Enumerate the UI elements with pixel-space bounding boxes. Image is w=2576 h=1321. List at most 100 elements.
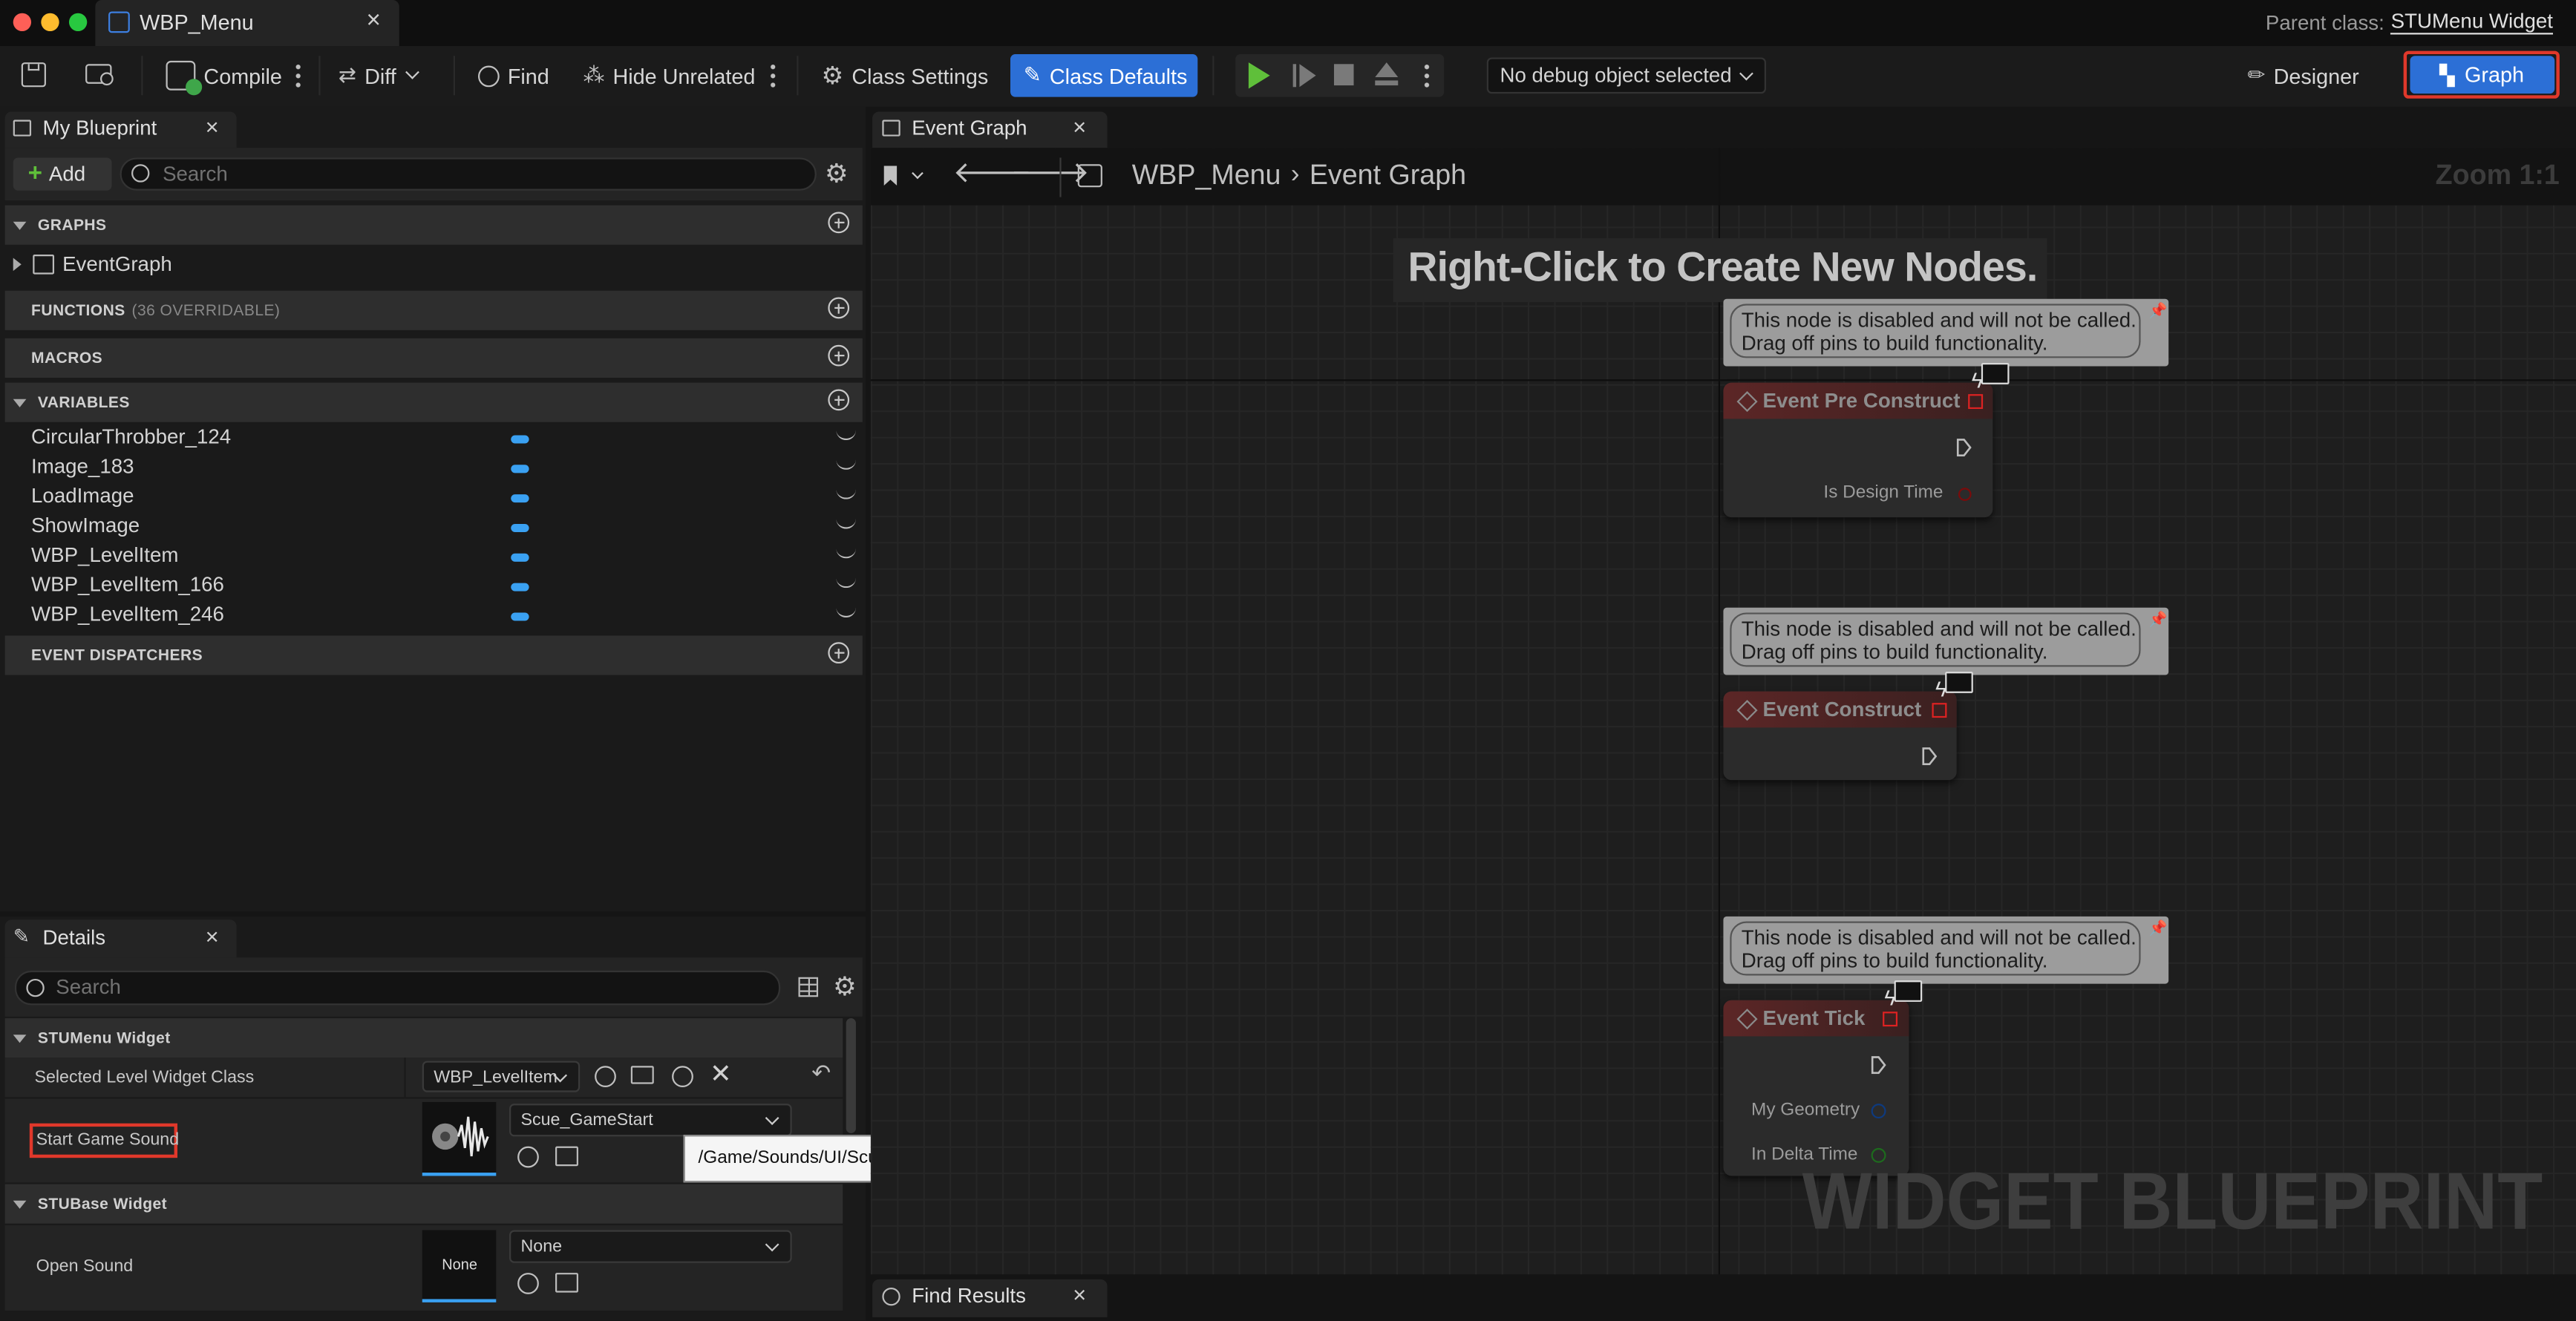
close-tab-icon[interactable]: × [366,7,380,35]
play-options-icon[interactable] [1424,62,1430,89]
add-new-asset-icon[interactable] [672,1066,693,1088]
stubase-widget-section[interactable]: STUBase Widget [4,1184,843,1224]
add-variable-icon[interactable] [828,389,850,411]
class-settings-button[interactable]: ⚙ Class Settings [822,56,989,95]
pin-icon[interactable]: 📌 [2149,611,2168,629]
start-game-sound-dropdown[interactable]: Scue_GameStart [509,1104,792,1137]
compile-options-icon[interactable] [295,62,301,89]
event-dispatchers-section-header[interactable]: EVENT DISPATCHERS [4,635,863,675]
browse-asset-icon[interactable] [630,1066,654,1084]
stop-icon[interactable] [1333,64,1354,86]
close-tab-icon[interactable]: × [206,923,219,949]
details-search-input[interactable]: Search [14,970,781,1006]
event-tick-node[interactable]: Event Tick My Geometry In Delta Time [1723,1000,1909,1176]
use-selected-icon[interactable] [517,1146,539,1168]
variable-item[interactable]: WBP_LevelItem [31,544,178,567]
add-macro-icon[interactable] [828,344,850,367]
reset-to-default-icon[interactable]: ↶ [811,1059,831,1087]
hide-unrelated-options-icon[interactable] [770,62,776,89]
struct-output-pin[interactable] [1871,1104,1886,1119]
event-graph-item[interactable]: EventGraph [5,248,863,281]
add-button[interactable]: + Add [13,157,112,191]
close-tab-icon[interactable]: × [1073,1281,1086,1307]
use-selected-icon[interactable] [517,1273,539,1294]
event-pre-construct-node[interactable]: Event Pre Construct Is Design Time [1723,382,1993,518]
compile-button[interactable]: Compile [166,56,282,96]
event-tick-header: Event Tick [1723,1000,1909,1037]
expand-arrow-icon [13,258,22,272]
add-event-dispatcher-icon[interactable] [828,642,850,664]
variables-section-header[interactable]: VARIABLES [4,382,863,422]
add-function-icon[interactable] [828,297,850,319]
open-sound-dropdown[interactable]: None [509,1230,792,1263]
graphs-section-header[interactable]: GRAPHS [4,205,863,245]
debug-object-dropdown[interactable]: No debug object selected [1486,57,1766,94]
details-scrollbar[interactable] [846,1018,856,1133]
parent-class-link[interactable]: STUMenu Widget [2390,10,2554,35]
play-icon[interactable] [1248,62,1270,89]
variable-item[interactable]: Image_183 [31,455,134,478]
variable-item[interactable]: ShowImage [31,514,140,537]
blueprint-settings-gear-icon[interactable]: ⚙ [825,157,849,190]
add-graph-icon[interactable] [828,212,850,234]
browse-asset-icon[interactable] [555,1146,578,1167]
details-settings-gear-icon[interactable]: ⚙ [833,971,857,1003]
collapse-arrow-icon [13,220,27,229]
find-results-tab[interactable]: Find Results × [872,1279,1108,1317]
create-nodes-hint: Right-Click to Create New Nodes. [1393,237,2047,303]
selected-level-class-dropdown[interactable]: WBP_LevelItem [422,1061,581,1092]
parent-class-label: Parent class: [2265,10,2384,34]
graph-mode-button[interactable]: ▚ Graph [2410,56,2555,94]
exec-output-pin[interactable] [1871,1056,1886,1075]
designer-mode-button[interactable]: ✏ Designer [2247,56,2358,95]
pin-icon[interactable]: 📌 [2149,920,2168,937]
variable-item[interactable]: WBP_LevelItem_166 [31,573,224,596]
bookmark-dropdown[interactable] [879,161,932,194]
eject-icon[interactable] [1373,62,1399,88]
save-icon[interactable] [21,62,46,88]
sound-thumbnail[interactable] [422,1101,497,1176]
details-tab[interactable]: ✎ Details × [4,920,237,958]
find-results-strip [870,1274,2576,1321]
variable-item[interactable]: LoadImage [31,485,134,508]
pin-icon[interactable]: 📌 [2149,302,2168,320]
functions-section-header[interactable]: FUNCTIONS (36 OVERRIDABLE) [4,290,863,330]
disabled-comment-bubble: This node is disabled and will not be ca… [1723,607,2169,675]
graph-icon: ▚ [2439,63,2455,87]
breadcrumb-root[interactable]: WBP_Menu [1132,160,1281,192]
client-server-icon: ϟ [1934,670,1977,707]
step-icon[interactable] [1292,62,1318,88]
details-tab-label: Details [42,926,106,950]
use-selected-icon[interactable] [595,1066,616,1088]
close-tab-icon[interactable]: × [1073,114,1086,140]
variable-item[interactable]: WBP_LevelItem_246 [31,603,224,626]
my-blueprint-tab[interactable]: My Blueprint × [4,111,237,148]
minimize-window-button[interactable] [41,13,59,32]
variable-type-pill [511,435,529,444]
browse-content-icon[interactable] [85,64,114,86]
diff-button[interactable]: ⇄ Diff [339,56,420,95]
exec-output-pin[interactable] [1956,439,1972,456]
maximize-window-button[interactable] [68,13,88,32]
table-view-icon[interactable] [798,977,819,997]
event-graph-tab[interactable]: Event Graph × [872,111,1108,148]
document-tab[interactable]: WBP_Menu × [95,0,399,46]
stumenu-widget-section[interactable]: STUMenu Widget [4,1018,843,1058]
macros-section-header[interactable]: MACROS [4,338,863,378]
variable-item[interactable]: CircularThrobber_124 [31,425,231,448]
close-tab-icon[interactable]: × [206,114,219,140]
event-construct-node[interactable]: Event Construct [1723,691,1957,781]
debug-object-label: No debug object selected [1500,64,1732,88]
clear-icon[interactable]: ✕ [710,1058,732,1090]
bool-output-pin[interactable] [1958,488,1972,501]
hide-unrelated-button[interactable]: ⁂ Hide Unrelated [583,56,756,95]
blueprint-search-input[interactable]: Search [120,157,817,191]
close-window-button[interactable] [13,13,32,32]
browse-asset-icon[interactable] [555,1273,578,1293]
exec-output-pin[interactable] [1922,747,1938,766]
open-sound-thumbnail[interactable]: None [422,1230,497,1302]
client-server-icon: ϟ [1969,361,2013,398]
class-defaults-button[interactable]: ✎ Class Defaults [1010,54,1198,97]
hide-unrelated-label: Hide Unrelated [612,63,756,88]
find-button[interactable]: Find [477,56,549,95]
